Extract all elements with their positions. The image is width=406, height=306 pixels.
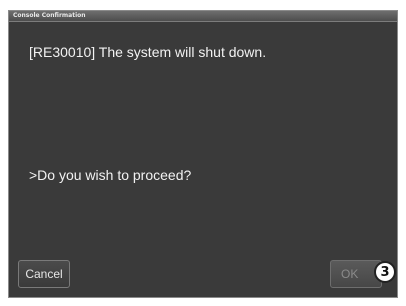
dialog-prompt: >Do you wish to proceed? [29,167,192,183]
dialog-title: Console Confirmation [13,12,86,19]
dialog-titlebar: Console Confirmation [9,11,397,22]
callout-marker: 3 [374,261,396,283]
confirmation-dialog: Console Confirmation [RE30010] The syste… [8,10,398,298]
dialog-message: [RE30010] The system will shut down. [29,44,267,60]
cancel-button[interactable]: Cancel [18,260,70,288]
